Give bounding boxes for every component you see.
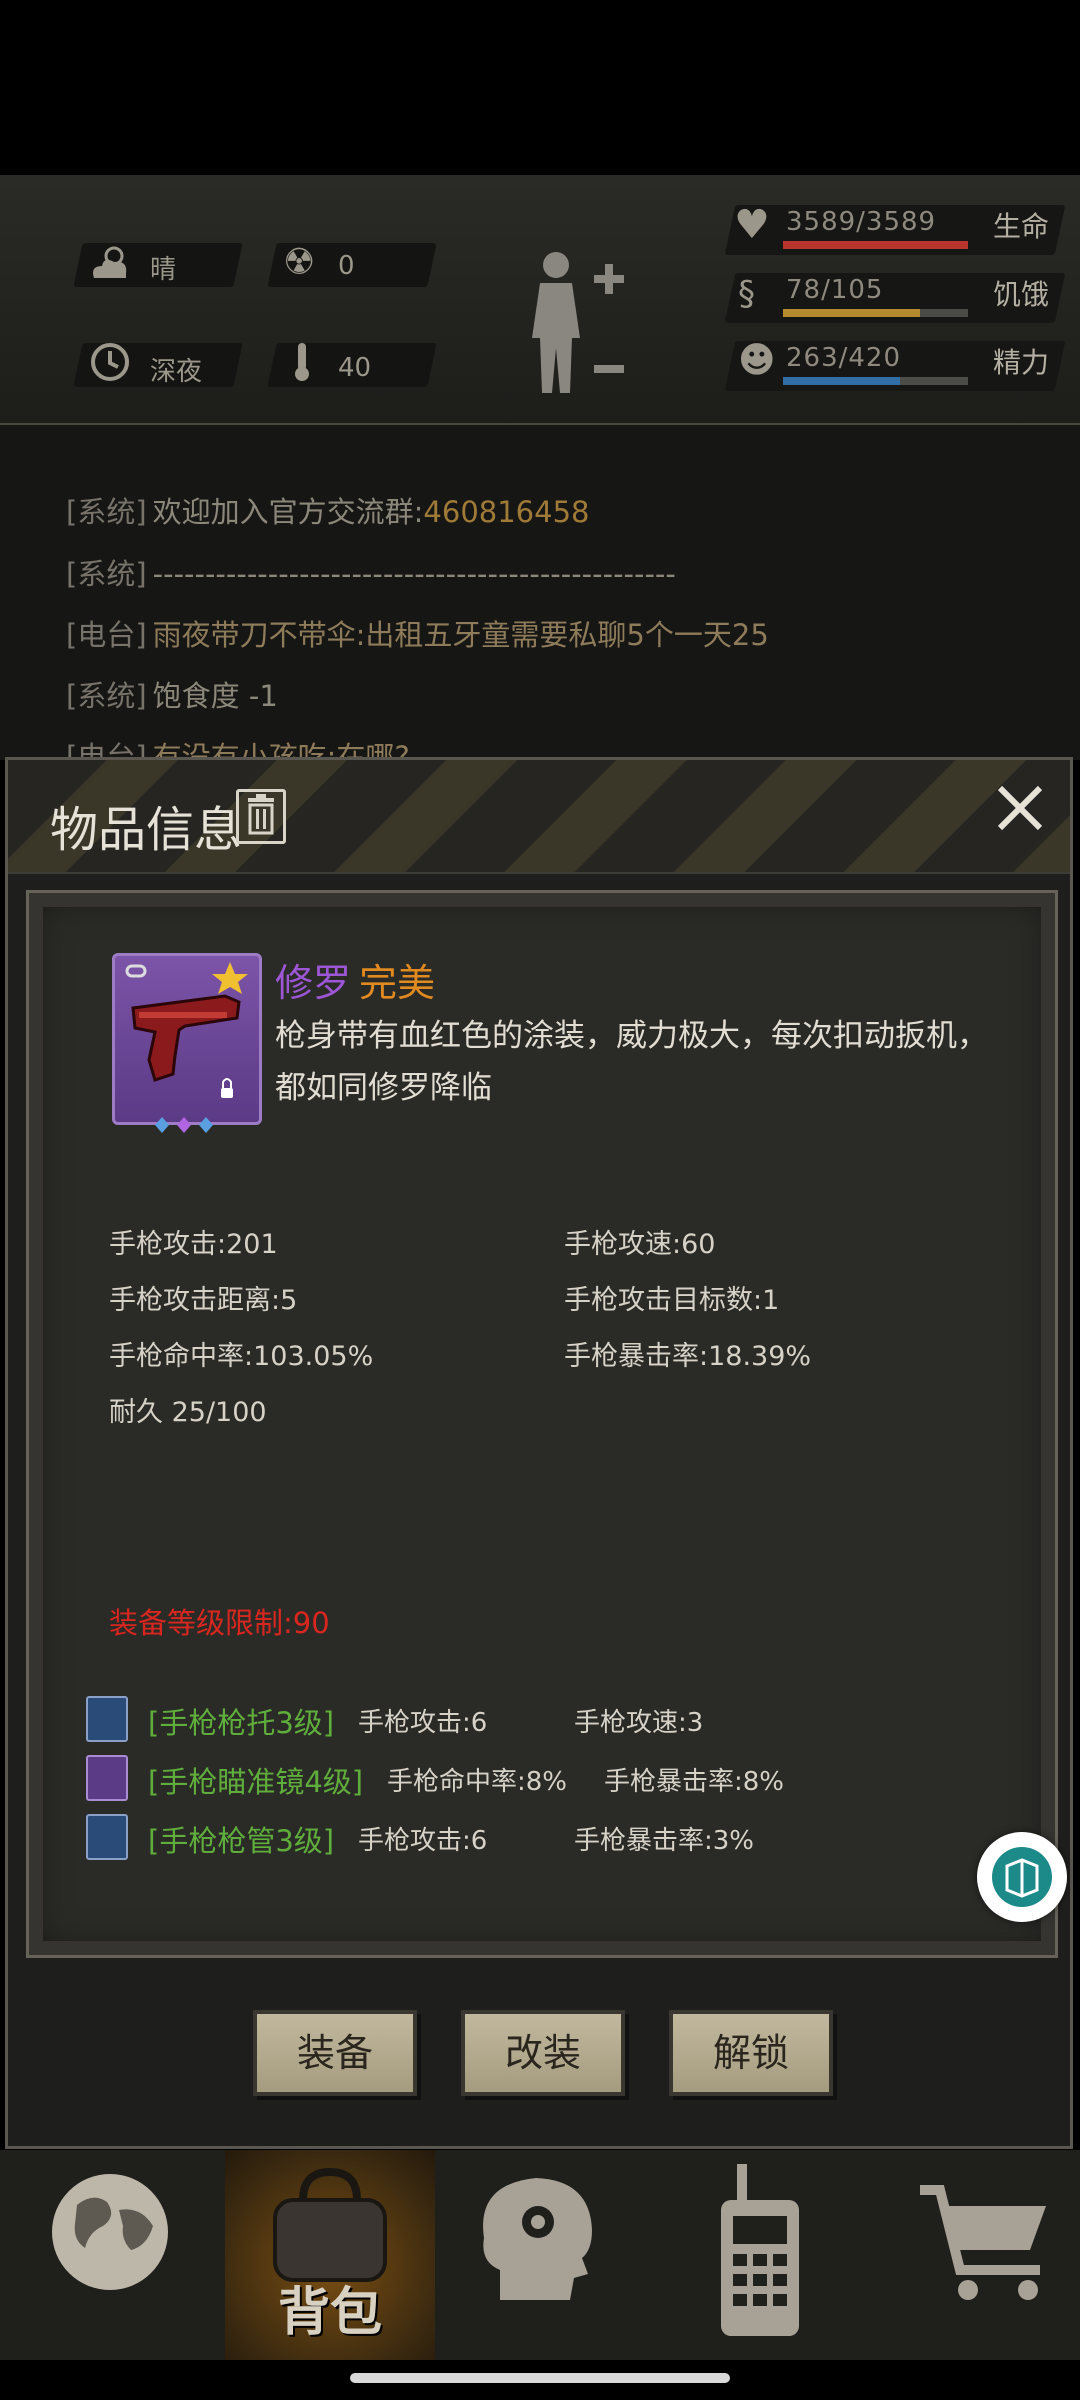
item-description: 枪身带有血红色的涂装，威力极大，每次扣动扳机，都如同修罗降临 (275, 1018, 988, 1106)
dialog-title: 物品信息 (50, 802, 243, 858)
trash-icon[interactable] (236, 789, 286, 844)
log-line: [系统] ------------------------------------… (66, 557, 676, 591)
dialog-header: 物品信息 (8, 760, 1070, 874)
weather-text: 晴 (150, 255, 177, 285)
energy-bar-fill (783, 377, 900, 385)
attr-durability: 耐久 25/100 (109, 1397, 267, 1428)
health-bar (783, 241, 968, 249)
hunger-label: 饥饿 (993, 278, 1050, 311)
energy-value: 263/420 (786, 343, 902, 373)
globe-icon (52, 2174, 168, 2290)
item-quality: 完美 (359, 961, 436, 1005)
attr-pistol-range: 手枪攻击距离:5 (109, 1285, 298, 1316)
hud-panel: 晴 ☢ 0 深夜 40 ♥ 3589/3589 生命 § 78/105 饥饿 ☻ (0, 175, 1080, 426)
nav-shop[interactable] (870, 2150, 1080, 2360)
item-icon[interactable] (112, 953, 262, 1125)
barrel-icon (86, 1814, 128, 1860)
shopping-cart-icon (920, 2185, 1046, 2300)
attr-pistol-speed: 手枪攻速:60 (564, 1229, 716, 1260)
energy-label: 精力 (993, 346, 1050, 379)
item-name: 修罗 完美 (275, 961, 436, 1005)
attr-pistol-accuracy: 手枪命中率:103.05% (109, 1341, 374, 1372)
temperature-text: 40 (338, 353, 372, 383)
radiation-text: 0 (338, 251, 355, 281)
log-line: [系统] 欢迎加入官方交流群:460816458 (66, 495, 590, 529)
hunger-value: 78/105 (786, 275, 884, 305)
heart-icon: ♥ (734, 202, 770, 248)
level-limit: 装备等级限制:90 (109, 1606, 330, 1640)
hunger-bar (783, 309, 968, 317)
health-bar-fill (783, 241, 968, 249)
head-icon: ☻ (738, 340, 776, 381)
attr-pistol-crit: 手枪暴击率:18.39% (564, 1341, 812, 1372)
log-line: [系统] 饱食度 -1 (66, 679, 278, 713)
nav-radio[interactable] (655, 2150, 865, 2360)
bottom-nav: 背包 (0, 2150, 1080, 2360)
stomach-icon: § (738, 274, 755, 314)
cloud-icon (93, 246, 127, 278)
equip-button[interactable]: 装备 (253, 2010, 417, 2096)
unlock-button[interactable]: 解锁 (669, 2010, 833, 2096)
log-line: [电台] 雨夜带刀不带伞:出租五牙童需要私聊5个一天25 (66, 618, 769, 652)
floating-assist-button[interactable] (977, 1832, 1067, 1922)
radiation-icon: ☢ (283, 242, 316, 283)
close-icon[interactable] (992, 780, 1048, 836)
hunger-bar-fill (783, 309, 920, 317)
thermometer-icon (295, 343, 309, 381)
item-info-dialog: 物品信息 修罗 完美 枪身带有血红色的涂装，威力极大，每次扣动扳机，都如同修罗降… (5, 757, 1073, 2149)
walkie-talkie-icon (721, 2164, 799, 2336)
attr-pistol-targets: 手枪攻击目标数:1 (564, 1285, 780, 1316)
nav-skills[interactable] (440, 2150, 650, 2360)
clock-icon (91, 343, 129, 381)
energy-bar (783, 377, 968, 385)
home-indicator[interactable] (350, 2373, 730, 2383)
head-gear-icon (483, 2178, 592, 2300)
scope-icon (86, 1755, 128, 1801)
time-text: 深夜 (150, 357, 203, 387)
health-label: 生命 (993, 210, 1050, 243)
message-log[interactable]: [系统] 欢迎加入官方交流群:460816458 [系统] ------------… (0, 425, 1080, 760)
status-bar-area (0, 0, 1080, 175)
attr-pistol-attack: 手枪攻击:201 (109, 1229, 278, 1260)
item-gem-sockets (154, 1115, 234, 1135)
nav-backpack[interactable]: 背包 (225, 2150, 435, 2360)
backpack-label: 背包 (277, 2283, 382, 2343)
nav-map[interactable] (15, 2150, 225, 2360)
body-status-icon[interactable] (520, 243, 630, 403)
modify-button[interactable]: 改装 (461, 2010, 625, 2096)
gun-stock-icon (86, 1696, 128, 1742)
health-value: 3589/3589 (786, 207, 937, 237)
